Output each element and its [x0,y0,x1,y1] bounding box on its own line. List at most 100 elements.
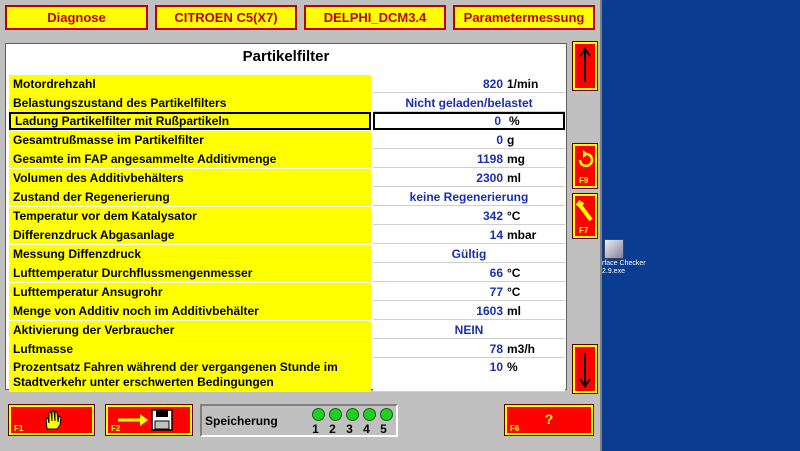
row-value: 820 1/min [373,75,565,93]
table-row[interactable]: Luftmasse 78 m3/h [9,340,565,358]
row-label: Aktivierung der Verbraucher [9,321,371,339]
value-number: 14 [489,228,503,242]
slot-number: 3 [346,422,353,436]
help-label: ? [544,411,554,427]
refresh-button[interactable]: F9 [572,143,598,189]
slot-led[interactable] [380,408,393,421]
table-row[interactable]: Menge von Additiv noch im Additivbehälte… [9,302,565,320]
value-number: 77 [489,285,503,299]
value-number: 2300 [476,171,503,185]
slot-number: 5 [380,422,387,436]
row-value: Nicht geladen/belastet [373,94,565,112]
value-number: 66 [489,266,503,280]
slot-led[interactable] [312,408,325,421]
key-hint: F7 [579,226,589,235]
table-row[interactable]: Zustand der Regenerierung keine Regeneri… [9,188,565,206]
icon-label-line1: rface Checker [602,260,646,267]
table-row[interactable]: Belastungszustand des Partikelfilters Ni… [9,94,565,112]
row-label: Temperatur vor dem Katalysator [9,207,371,225]
stop-button[interactable]: F1 [8,404,95,436]
row-label: Volumen des Additivbehälters [9,169,371,187]
slot-number: 1 [312,422,319,436]
table-row[interactable]: Lufttemperatur Durchflussmengenmesser 66… [9,264,565,282]
value-unit: % [507,360,518,374]
value-unit: ml [507,171,522,185]
slot-number: 2 [329,422,336,436]
row-value: 10% [373,358,565,392]
slot-led[interactable] [363,408,376,421]
row-label: Ladung Partikelfilter mit Rußpartikeln [9,112,371,130]
value-unit: °C [507,285,521,299]
key-hint: F6 [510,424,520,433]
table-row[interactable]: Lufttemperatur Ansugrohr 77 °C [9,283,565,301]
table-row[interactable]: Differenzdruck Abgasanlage 14 mbar [9,226,565,244]
help-button[interactable]: ? F6 [504,404,594,436]
row-label: Gesamte im FAP angesammelte Additivmenge [9,150,371,168]
row-label: Luftmasse [9,340,371,358]
icon-label-line2: 2.9.exe [602,268,625,275]
row-value: 0% [373,112,565,130]
table-row[interactable]: Motordrehzahl 820 1/min [9,75,565,93]
key-hint: F1 [14,424,24,433]
row-label: Belastungszustand des Partikelfilters [9,94,371,112]
table-row[interactable]: Messung Diffenzdruck Gültig [9,245,565,263]
diagnostic-window: Diagnose CITROEN C5(X7) DELPHI_DCM3.4 Pa… [0,0,602,451]
desktop-app-icon[interactable] [604,239,624,259]
row-label: Motordrehzahl [9,75,371,93]
slot-led[interactable] [329,408,342,421]
row-value: 342 °C [373,207,565,225]
save-label: Speicherung [205,414,278,428]
row-label: Differenzdruck Abgasanlage [9,226,371,244]
value-unit: °C [507,266,521,280]
row-value: Gültig [373,245,565,263]
value-text: NEIN [454,323,484,337]
row-value: keine Regenerierung [373,188,565,206]
arrow-up-icon [579,47,591,82]
table-row[interactable]: Temperatur vor dem Katalysator 342 °C [9,207,565,225]
value-text: Gültig [451,247,487,261]
table-row[interactable]: Volumen des Additivbehälters 2300 ml [9,169,565,187]
desktop-icon-label[interactable]: rface Checker 2.9.exe [602,260,646,276]
slot-led[interactable] [346,408,359,421]
row-label: Lufttemperatur Ansugrohr [9,283,371,301]
value-number: 1198 [476,152,503,166]
tool-button[interactable]: F7 [572,193,598,239]
value-unit: m3/h [507,342,536,356]
save-slots-panel: Speicherung 1 2 3 4 5 [200,404,398,437]
save-button[interactable]: F2 [105,404,193,436]
scroll-up-button[interactable] [572,41,598,91]
value-unit: °C [507,209,521,223]
table-row[interactable]: Gesamte im FAP angesammelte Additivmenge… [9,150,565,168]
value-text: Nicht geladen/belastet [405,96,533,110]
row-label: Messung Diffenzdruck [9,245,371,263]
page-title: Partikelfilter [242,48,330,65]
wrench-icon [575,199,593,222]
slot-number: 4 [363,422,370,436]
table-row[interactable]: Aktivierung der Verbraucher NEIN [9,321,565,339]
ecu-button[interactable]: DELPHI_DCM3.4 [304,5,446,30]
vehicle-button[interactable]: CITROEN C5(X7) [155,5,297,30]
hand-icon [45,410,62,430]
table-row[interactable]: Prozentsatz Fahren während der vergangen… [9,358,565,392]
row-label: Zustand der Regenerierung [9,188,371,206]
row-value: 0g [373,131,565,149]
row-label: Prozentsatz Fahren während der vergangen… [9,358,371,392]
row-label: Lufttemperatur Durchflussmengenmesser [9,264,371,282]
value-text: keine Regenerierung [409,190,529,204]
value-unit: mbar [507,228,537,242]
value-unit: 1/min [507,77,539,91]
row-value: 1603 ml [373,302,565,320]
table-row-selected[interactable]: Ladung Partikelfilter mit Rußpartikeln 0… [9,112,565,130]
table-row[interactable]: Gesamtrußmasse im Partikelfilter 0g [9,131,565,149]
diagnose-button[interactable]: Diagnose [5,5,148,30]
window-edge [600,0,602,451]
value-number: 0 [496,133,503,147]
save-to-disk-icon [118,409,173,431]
value-unit: ml [507,304,522,318]
scroll-down-button[interactable] [572,344,598,394]
key-hint: F2 [111,424,121,433]
value-unit: mg [507,152,525,166]
mode-button[interactable]: Parametermessung [453,5,595,30]
row-value: NEIN [373,321,565,339]
value-unit: g [507,133,515,147]
